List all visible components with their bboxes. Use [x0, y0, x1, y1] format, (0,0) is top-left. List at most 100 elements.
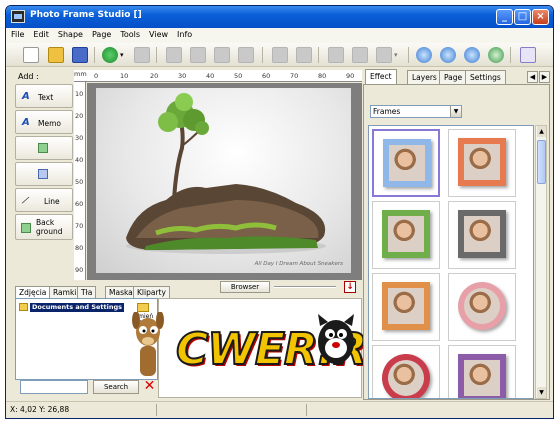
menu-shape[interactable]: Shape	[53, 28, 87, 39]
add-memo-button[interactable]: A Memo	[15, 110, 73, 134]
browser-slider[interactable]	[274, 286, 336, 288]
ruler-tick: 80	[75, 244, 84, 252]
folder-icon-2	[137, 303, 149, 312]
bring-forward-icon[interactable]	[190, 47, 206, 63]
zoom-fit-icon[interactable]	[464, 47, 480, 63]
menu-bar: File Edit Shape Page Tools View Info	[6, 28, 553, 43]
frame-thumb[interactable]	[448, 201, 516, 269]
zoom-in-icon[interactable]	[416, 47, 432, 63]
ruler-top: mm 0 10 20 30 40 50 60 70 80 90	[74, 70, 362, 82]
save-disk-icon[interactable]	[72, 47, 88, 63]
search-input[interactable]	[20, 380, 88, 394]
delete-icon[interactable]	[134, 47, 150, 63]
frame-thumb[interactable]	[372, 273, 440, 341]
add-line-button[interactable]: ⟋ Line	[15, 188, 73, 212]
open-folder-icon[interactable]	[48, 47, 64, 63]
child-photo	[464, 288, 500, 324]
bottom-tabs: Zdjęcia Ramki Tła Maska Kliparty	[15, 286, 170, 299]
ruler-tick: 70	[75, 222, 84, 230]
minimize-button[interactable]: _	[496, 9, 513, 25]
ruler-tick: 90	[346, 72, 355, 80]
ruler-unit: mm	[74, 70, 87, 78]
chevron-down-icon: ▼	[450, 106, 461, 117]
size-icon[interactable]	[376, 47, 392, 63]
ruler-tick: 50	[234, 72, 243, 80]
app-window: Photo Frame Studio [] _ □ × File Edit Shap…	[5, 5, 554, 419]
tab-scroll-left-icon[interactable]: ◀	[527, 71, 538, 83]
tab-layers[interactable]: Layers	[407, 70, 442, 85]
thumbnail-scrollbar[interactable]: ▲ ▼	[535, 125, 547, 399]
add-text-button[interactable]: A Text	[15, 84, 73, 108]
export-icon[interactable]	[520, 47, 536, 63]
tab-scroll-right-icon[interactable]: ▶	[539, 71, 550, 83]
frame-thumb[interactable]	[448, 273, 516, 341]
align-icon[interactable]	[328, 47, 344, 63]
ruler-tick: 90	[75, 266, 84, 274]
add-image-button[interactable]	[15, 136, 73, 160]
close-button[interactable]: ×	[532, 9, 549, 25]
distribute-icon[interactable]	[352, 47, 368, 63]
menu-tools[interactable]: Tools	[115, 28, 144, 39]
menu-file[interactable]: File	[6, 28, 28, 39]
scroll-down-icon[interactable]: ▼	[537, 387, 546, 398]
frames-select-value: Frames	[373, 107, 401, 116]
frame-thumb[interactable]	[372, 201, 440, 269]
tab-kliparty[interactable]: Kliparty	[133, 286, 170, 298]
status-bar: X: 4,02 Y: 26,88	[6, 401, 553, 418]
frame-thumb[interactable]	[448, 345, 516, 398]
browser-bar: Browser ↓	[216, 280, 362, 294]
child-photo	[464, 360, 500, 396]
add-line-label: Line	[44, 197, 60, 206]
zoom-out-icon[interactable]	[440, 47, 456, 63]
title-bar: Photo Frame Studio [] _ □ ×	[6, 6, 553, 28]
add-background-button[interactable]: Back ground	[15, 214, 73, 240]
frame-thumb[interactable]	[372, 129, 440, 197]
new-icon[interactable]	[23, 47, 39, 63]
send-backward-icon[interactable]	[214, 47, 230, 63]
maximize-button[interactable]: □	[514, 9, 531, 25]
menu-edit[interactable]: Edit	[28, 28, 53, 39]
zoom-100-icon[interactable]	[488, 47, 504, 63]
memo-A-icon: A	[22, 117, 30, 128]
add-label: Add :	[18, 72, 39, 81]
menu-info[interactable]: Info	[172, 28, 196, 39]
tab-page[interactable]: Page	[439, 70, 468, 85]
browser-button[interactable]: Browser	[220, 281, 270, 293]
frame-thumb[interactable]	[448, 129, 516, 197]
dropdown-arrow-icon[interactable]: ▾	[120, 47, 128, 63]
photo-signature: All Day I Dream About Sneakers	[254, 261, 343, 267]
ruler-tick: 40	[75, 156, 84, 164]
add-shape-button[interactable]	[15, 162, 73, 186]
ruler-tick: 10	[75, 90, 84, 98]
folder-icon	[19, 303, 28, 311]
scroll-up-icon[interactable]: ▲	[537, 126, 546, 137]
clear-x-icon[interactable]: ✕	[143, 379, 156, 394]
tab-settings[interactable]: Settings	[465, 70, 506, 85]
frame-thumbnails[interactable]	[368, 125, 534, 399]
add-green-icon[interactable]	[102, 47, 118, 63]
menu-page[interactable]: Page	[87, 28, 115, 39]
tab-ramki[interactable]: Ramki	[49, 286, 81, 298]
undo-icon[interactable]	[272, 47, 288, 63]
ruler-tick: 50	[75, 178, 84, 186]
frame-preview	[458, 138, 506, 186]
frame-thumb[interactable]	[372, 345, 440, 398]
frames-select[interactable]: Frames ▼	[370, 105, 462, 118]
dropdown-arrow-icon-2[interactable]: ▾	[394, 47, 402, 63]
tab-effect[interactable]: Effect	[365, 69, 397, 85]
tab-tla[interactable]: Tła	[77, 286, 97, 298]
tree-item-documents[interactable]: Documents and Settings	[30, 303, 125, 312]
scroll-thumb[interactable]	[537, 140, 546, 184]
down-arrow-icon[interactable]: ↓	[344, 281, 356, 293]
menu-view[interactable]: View	[144, 28, 172, 39]
canvas-photo[interactable]: All Day I Dream About Sneakers	[96, 88, 351, 273]
redo-icon[interactable]	[296, 47, 312, 63]
ruler-tick: 60	[262, 72, 271, 80]
search-button[interactable]: Search	[93, 380, 139, 394]
frame-preview	[458, 282, 506, 330]
send-back-icon[interactable]	[238, 47, 254, 63]
child-photo	[388, 288, 424, 324]
ruler-tick: 70	[290, 72, 299, 80]
coyote-icon	[132, 312, 164, 376]
bring-front-icon[interactable]	[166, 47, 182, 63]
